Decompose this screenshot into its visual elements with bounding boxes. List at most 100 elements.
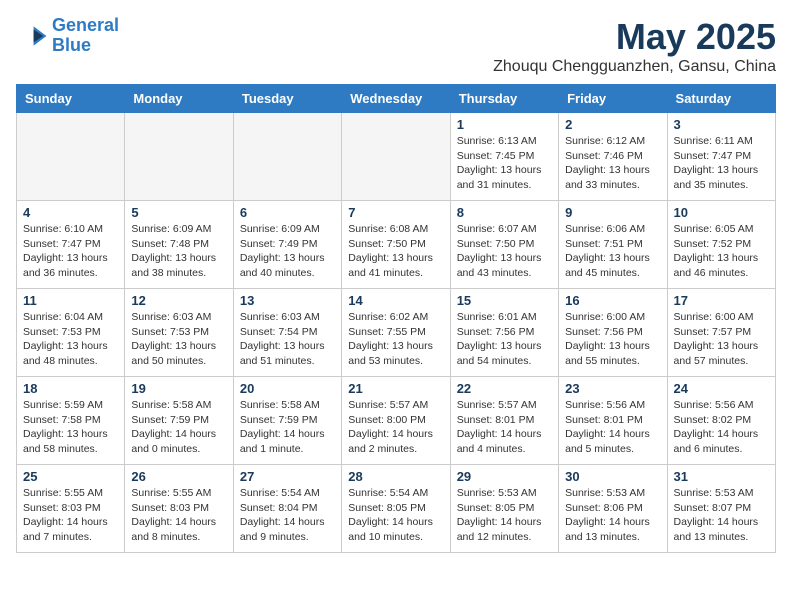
day-info: Sunrise: 5:59 AM Sunset: 7:58 PM Dayligh… [23, 398, 118, 457]
day-number: 13 [240, 293, 335, 308]
day-number: 9 [565, 205, 660, 220]
calendar-cell: 25 Sunrise: 5:55 AM Sunset: 8:03 PM Dayli… [17, 465, 125, 553]
day-number: 3 [674, 117, 769, 132]
day-info: Sunrise: 6:05 AM Sunset: 7:52 PM Dayligh… [674, 222, 769, 281]
day-info: Sunrise: 5:55 AM Sunset: 8:03 PM Dayligh… [23, 486, 118, 545]
weekday-header: Tuesday [233, 85, 341, 113]
day-info: Sunrise: 5:58 AM Sunset: 7:59 PM Dayligh… [131, 398, 226, 457]
day-number: 14 [348, 293, 443, 308]
day-info: Sunrise: 6:01 AM Sunset: 7:56 PM Dayligh… [457, 310, 552, 369]
day-number: 31 [674, 469, 769, 484]
day-number: 16 [565, 293, 660, 308]
day-info: Sunrise: 6:02 AM Sunset: 7:55 PM Dayligh… [348, 310, 443, 369]
calendar-cell: 7 Sunrise: 6:08 AM Sunset: 7:50 PM Daylig… [342, 201, 450, 289]
day-number: 8 [457, 205, 552, 220]
day-number: 10 [674, 205, 769, 220]
day-number: 21 [348, 381, 443, 396]
month-title: May 2025 [493, 16, 776, 58]
calendar-cell: 24Sunrise: 5:56 AM Sunset: 8:02 PM Dayli… [667, 377, 775, 465]
day-info: Sunrise: 5:57 AM Sunset: 8:00 PM Dayligh… [348, 398, 443, 457]
calendar-cell: 2Sunrise: 6:12 AM Sunset: 7:46 PM Daylig… [559, 113, 667, 201]
day-number: 29 [457, 469, 552, 484]
calendar-cell: 30 Sunrise: 5:53 AM Sunset: 8:06 PM Dayli… [559, 465, 667, 553]
day-info: Sunrise: 6:13 AM Sunset: 7:45 PM Dayligh… [457, 134, 552, 193]
day-info: Sunrise: 6:04 AM Sunset: 7:53 PM Dayligh… [23, 310, 118, 369]
weekday-header: Friday [559, 85, 667, 113]
page-header: General Blue May 2025 Zhouqu Chengguanzh… [16, 16, 776, 76]
day-info: Sunrise: 6:08 AM Sunset: 7:50 PM Dayligh… [348, 222, 443, 281]
calendar-week-row: 11 Sunrise: 6:04 AM Sunset: 7:53 PM Dayli… [17, 289, 776, 377]
day-info: Sunrise: 5:53 AM Sunset: 8:05 PM Dayligh… [457, 486, 552, 545]
calendar-cell: 26 Sunrise: 5:55 AM Sunset: 8:03 PM Dayli… [125, 465, 233, 553]
calendar-cell [125, 113, 233, 201]
day-number: 28 [348, 469, 443, 484]
day-info: Sunrise: 6:03 AM Sunset: 7:54 PM Dayligh… [240, 310, 335, 369]
day-info: Sunrise: 6:09 AM Sunset: 7:48 PM Dayligh… [131, 222, 226, 281]
day-number: 25 [23, 469, 118, 484]
calendar-cell: 4 Sunrise: 6:10 AM Sunset: 7:47 PM Daylig… [17, 201, 125, 289]
day-number: 27 [240, 469, 335, 484]
calendar-cell: 20 Sunrise: 5:58 AM Sunset: 7:59 PM Dayli… [233, 377, 341, 465]
day-number: 26 [131, 469, 226, 484]
calendar-cell: 18 Sunrise: 5:59 AM Sunset: 7:58 PM Dayli… [17, 377, 125, 465]
day-number: 11 [23, 293, 118, 308]
day-number: 12 [131, 293, 226, 308]
day-number: 4 [23, 205, 118, 220]
day-info: Sunrise: 5:53 AM Sunset: 8:06 PM Dayligh… [565, 486, 660, 545]
weekday-header: Thursday [450, 85, 558, 113]
day-info: Sunrise: 6:06 AM Sunset: 7:51 PM Dayligh… [565, 222, 660, 281]
day-number: 19 [131, 381, 226, 396]
day-number: 5 [131, 205, 226, 220]
day-info: Sunrise: 6:11 AM Sunset: 7:47 PM Dayligh… [674, 134, 769, 193]
calendar-week-row: 4 Sunrise: 6:10 AM Sunset: 7:47 PM Daylig… [17, 201, 776, 289]
weekday-header: Sunday [17, 85, 125, 113]
location-title: Zhouqu Chengguanzhen, Gansu, China [493, 58, 776, 76]
day-info: Sunrise: 6:12 AM Sunset: 7:46 PM Dayligh… [565, 134, 660, 193]
day-number: 20 [240, 381, 335, 396]
day-info: Sunrise: 5:55 AM Sunset: 8:03 PM Dayligh… [131, 486, 226, 545]
calendar-cell: 11 Sunrise: 6:04 AM Sunset: 7:53 PM Dayli… [17, 289, 125, 377]
day-number: 17 [674, 293, 769, 308]
day-number: 24 [674, 381, 769, 396]
calendar-cell: 28Sunrise: 5:54 AM Sunset: 8:05 PM Dayli… [342, 465, 450, 553]
day-info: Sunrise: 5:56 AM Sunset: 8:01 PM Dayligh… [565, 398, 660, 457]
day-info: Sunrise: 5:53 AM Sunset: 8:07 PM Dayligh… [674, 486, 769, 545]
weekday-header: Saturday [667, 85, 775, 113]
day-number: 15 [457, 293, 552, 308]
day-number: 18 [23, 381, 118, 396]
calendar-cell: 12 Sunrise: 6:03 AM Sunset: 7:53 PM Dayli… [125, 289, 233, 377]
weekday-header-row: SundayMondayTuesdayWednesdayThursdayFrid… [17, 85, 776, 113]
day-info: Sunrise: 5:58 AM Sunset: 7:59 PM Dayligh… [240, 398, 335, 457]
day-info: Sunrise: 6:10 AM Sunset: 7:47 PM Dayligh… [23, 222, 118, 281]
calendar-cell [17, 113, 125, 201]
logo-line2: Blue [52, 35, 91, 55]
day-info: Sunrise: 6:09 AM Sunset: 7:49 PM Dayligh… [240, 222, 335, 281]
day-info: Sunrise: 5:54 AM Sunset: 8:04 PM Dayligh… [240, 486, 335, 545]
calendar-cell: 16Sunrise: 6:00 AM Sunset: 7:56 PM Dayli… [559, 289, 667, 377]
calendar-week-row: 25 Sunrise: 5:55 AM Sunset: 8:03 PM Dayli… [17, 465, 776, 553]
calendar-cell: 31 Sunrise: 5:53 AM Sunset: 8:07 PM Dayli… [667, 465, 775, 553]
weekday-header: Monday [125, 85, 233, 113]
day-number: 22 [457, 381, 552, 396]
logo-icon [16, 20, 48, 52]
calendar-cell: 14 Sunrise: 6:02 AM Sunset: 7:55 PM Dayli… [342, 289, 450, 377]
calendar-cell [233, 113, 341, 201]
logo-line1: General [52, 15, 119, 35]
day-info: Sunrise: 6:07 AM Sunset: 7:50 PM Dayligh… [457, 222, 552, 281]
calendar-cell: 1Sunrise: 6:13 AM Sunset: 7:45 PM Daylig… [450, 113, 558, 201]
day-number: 30 [565, 469, 660, 484]
day-info: Sunrise: 6:00 AM Sunset: 7:57 PM Dayligh… [674, 310, 769, 369]
day-info: Sunrise: 5:57 AM Sunset: 8:01 PM Dayligh… [457, 398, 552, 457]
calendar-cell: 15 Sunrise: 6:01 AM Sunset: 7:56 PM Dayli… [450, 289, 558, 377]
calendar-cell: 21 Sunrise: 5:57 AM Sunset: 8:00 PM Dayli… [342, 377, 450, 465]
calendar-cell [342, 113, 450, 201]
day-info: Sunrise: 6:03 AM Sunset: 7:53 PM Dayligh… [131, 310, 226, 369]
calendar-cell: 3 Sunrise: 6:11 AM Sunset: 7:47 PM Daylig… [667, 113, 775, 201]
weekday-header: Wednesday [342, 85, 450, 113]
day-number: 7 [348, 205, 443, 220]
calendar-cell: 8 Sunrise: 6:07 AM Sunset: 7:50 PM Daylig… [450, 201, 558, 289]
calendar-cell: 9 Sunrise: 6:06 AM Sunset: 7:51 PM Daylig… [559, 201, 667, 289]
calendar-cell: 19 Sunrise: 5:58 AM Sunset: 7:59 PM Dayli… [125, 377, 233, 465]
day-number: 6 [240, 205, 335, 220]
calendar-cell: 13 Sunrise: 6:03 AM Sunset: 7:54 PM Dayli… [233, 289, 341, 377]
